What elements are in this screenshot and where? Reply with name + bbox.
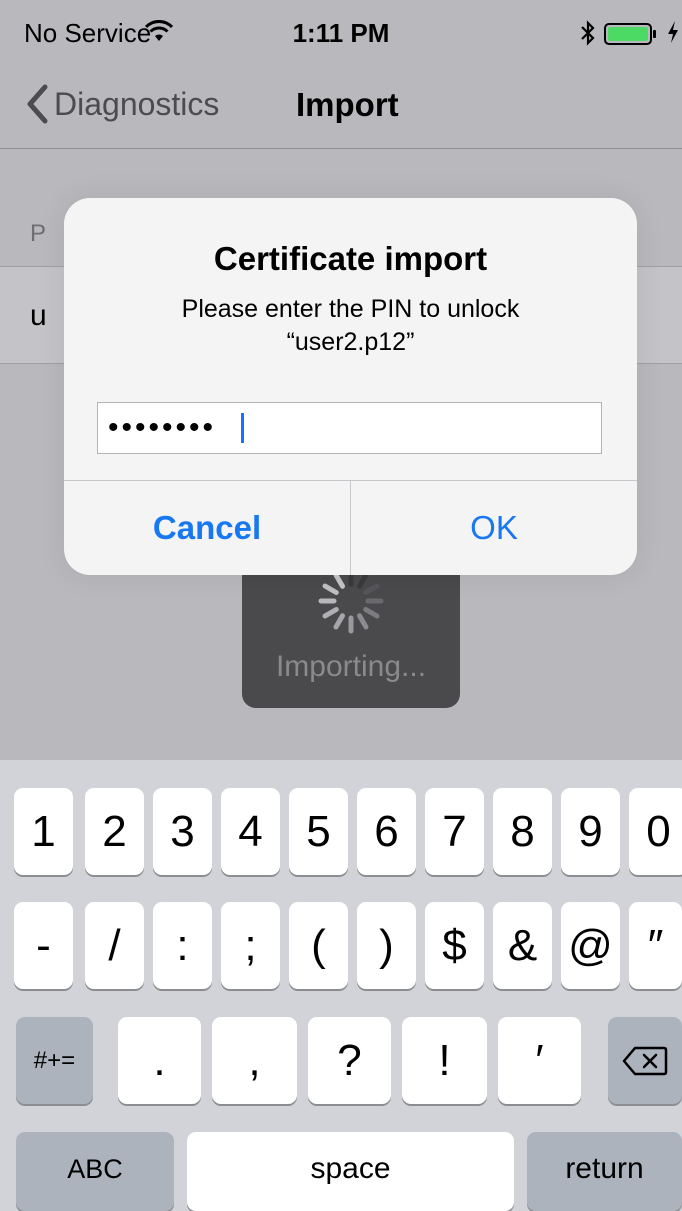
key-label: . [153, 1035, 166, 1085]
key[interactable]: 4 [221, 788, 280, 875]
key-label: ? [337, 1035, 362, 1085]
back-label: Diagnostics [54, 85, 220, 122]
key-label: 3 [170, 806, 195, 856]
key[interactable]: / [85, 902, 144, 989]
key-label: 1 [31, 806, 56, 856]
key[interactable]: - [14, 902, 73, 989]
certificate-import-alert: Certificate import Please enter the PIN … [64, 198, 637, 575]
more-symbols-key[interactable]: #+= [16, 1017, 93, 1104]
bluetooth-icon [581, 20, 595, 46]
key[interactable]: , [212, 1017, 297, 1104]
key[interactable]: : [153, 902, 212, 989]
key-label: 5 [306, 806, 331, 856]
key[interactable]: 5 [289, 788, 348, 875]
key[interactable]: 1 [14, 788, 73, 875]
key[interactable]: $ [425, 902, 484, 989]
key-label: 6 [374, 806, 399, 856]
background-screen: No Service 1:11 PM Diagnostics Import P [0, 0, 682, 760]
navigation-bar: Diagnostics Import [0, 64, 682, 149]
key-label: ) [379, 920, 394, 970]
pin-input[interactable]: •••••••• [97, 402, 602, 454]
pin-value: •••••••• [108, 411, 217, 444]
key-label: 0 [646, 806, 671, 856]
key[interactable]: ″ [629, 902, 682, 989]
key-label: ″ [647, 920, 664, 970]
key-label: , [248, 1035, 261, 1085]
back-chevron-icon [27, 84, 48, 124]
alert-message-line: Please enter the PIN to unlock [181, 295, 520, 323]
key-label: ! [438, 1035, 451, 1085]
key[interactable]: ? [308, 1017, 391, 1104]
key[interactable]: . [118, 1017, 201, 1104]
key-label: ABC [67, 1154, 123, 1184]
key-label: #+= [33, 1046, 76, 1074]
hud-label: Importing... [275, 650, 427, 683]
key-label: return [565, 1152, 644, 1185]
key[interactable]: 3 [153, 788, 212, 875]
status-bar: No Service 1:11 PM [0, 0, 682, 64]
key[interactable]: 6 [357, 788, 416, 875]
key-label: space [310, 1152, 391, 1185]
key-label: & [507, 920, 538, 970]
key[interactable]: ′ [498, 1017, 581, 1104]
list-item-label: u [30, 299, 47, 332]
key[interactable]: 2 [85, 788, 144, 875]
key[interactable]: 9 [561, 788, 620, 875]
cancel-button[interactable]: Cancel [64, 481, 350, 575]
ok-button[interactable]: OK [351, 481, 637, 575]
key-label: 4 [238, 806, 263, 856]
key-label: ; [244, 920, 257, 970]
key[interactable]: ( [289, 902, 348, 989]
key[interactable]: 7 [425, 788, 484, 875]
key-label: ′ [535, 1035, 544, 1085]
key-label: / [108, 920, 121, 970]
key-label: - [36, 920, 51, 970]
section-header: P [30, 220, 47, 247]
key[interactable]: 8 [493, 788, 552, 875]
key[interactable]: ! [402, 1017, 487, 1104]
alert-message: Please enter the PIN to unlock “user2.p1… [94, 293, 607, 359]
spinner-icon [318, 568, 384, 634]
key-label: ( [311, 920, 326, 970]
key[interactable]: @ [561, 902, 620, 989]
page-title: Import [296, 86, 399, 123]
delete-icon [622, 1046, 668, 1075]
return-key[interactable]: return [527, 1132, 682, 1211]
alert-message-filename: “user2.p12” [286, 328, 415, 356]
charging-icon [668, 21, 678, 43]
key[interactable]: & [493, 902, 552, 989]
abc-key[interactable]: ABC [16, 1132, 174, 1211]
space-key[interactable]: space [187, 1132, 514, 1211]
key-label: 2 [102, 806, 127, 856]
key-label: 8 [510, 806, 535, 856]
delete-key[interactable] [608, 1017, 682, 1104]
keyboard: 1 2 3 4 5 6 7 8 9 0 - / : ; ( ) $ & @ ″ … [0, 760, 682, 1211]
back-button[interactable]: Diagnostics [26, 74, 219, 134]
text-cursor [241, 413, 244, 443]
battery-icon [604, 23, 656, 45]
key[interactable]: ) [357, 902, 416, 989]
key-label: 7 [442, 806, 467, 856]
alert-title: Certificate import [213, 240, 488, 277]
key[interactable]: 0 [629, 788, 682, 875]
key-label: : [176, 920, 189, 970]
key[interactable]: ; [221, 902, 280, 989]
key-label: 9 [578, 806, 603, 856]
key-label: $ [442, 920, 467, 970]
key-label: @ [568, 920, 613, 970]
